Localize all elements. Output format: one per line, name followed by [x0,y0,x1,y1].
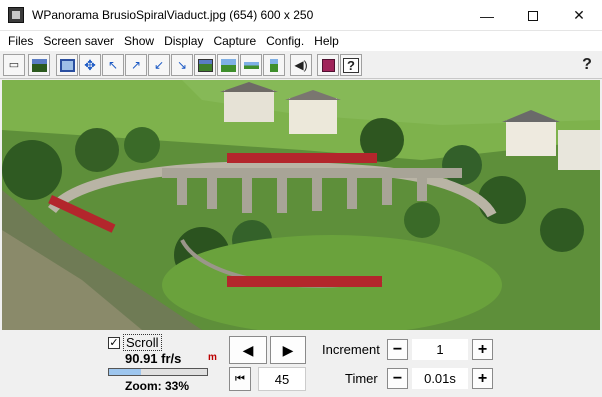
menu-config[interactable]: Config. [261,34,309,48]
arrow-upleft-button[interactable]: ↖ [102,54,124,76]
menu-show[interactable]: Show [119,34,159,48]
increment-decrease-button[interactable]: − [387,339,408,360]
title-bar: WPanorama BrusioSpiralViaduct.jpg (654) … [0,0,602,31]
vertical-view-button[interactable] [263,54,285,76]
menu-display[interactable]: Display [159,34,208,48]
fit-window-icon [59,58,75,72]
scroll-label[interactable]: Scroll [123,334,162,351]
app-icon [8,7,24,23]
open-file-button[interactable]: ▭ [3,54,25,76]
help-question-button[interactable]: ? [576,54,598,76]
arrow-right-icon: ▶ [282,341,294,358]
scroll-checkbox[interactable]: ✓ [108,337,120,349]
window-title: WPanorama BrusioSpiralViaduct.jpg (654) … [32,8,314,22]
arrow-upleft-icon: ↖ [107,58,119,72]
panorama-image [2,80,600,330]
increment-label: Increment [322,342,380,357]
menu-screen-saver[interactable]: Screen saver [38,34,119,48]
frame-number: 45 [258,367,306,391]
book-icon [321,58,335,72]
arrow-downleft-icon: ↙ [153,58,165,72]
arrow-downright-button[interactable]: ↘ [171,54,193,76]
menu-capture[interactable]: Capture [208,34,261,48]
fps-mode-icon[interactable]: m [208,352,217,363]
landscape-view-icon [220,58,236,72]
timer-value: 0.01s [412,368,468,389]
skip-to-start-icon: ⏮ [235,372,245,385]
fit-window-button[interactable] [56,54,78,76]
zoom-progress-fill [109,369,142,375]
arrow-upright-button[interactable]: ↗ [125,54,147,76]
arrow-left-icon: ◀ [242,341,254,358]
first-frame-button[interactable]: ⏮ [229,367,251,391]
panorama-view-icon [197,58,213,72]
menu-help[interactable]: Help [309,34,344,48]
show-image-button[interactable] [28,54,50,76]
help-topics-button[interactable]: ? [340,54,362,76]
fps-readout: 90.91 fr/s [125,351,182,366]
maximize-button[interactable] [510,0,556,31]
maximize-icon [528,10,538,21]
show-image-icon [31,58,47,72]
panorama-view-button[interactable] [194,54,216,76]
timer-decrease-button[interactable]: − [387,368,408,389]
toolbar: ▭ ✥ ↖ ↗ ↙ ↘ ◀) ? ? [0,52,602,79]
controls-panel: ✓ Scroll 90.91 fr/s m Zoom: 33% ◀ ▶ ⏮ 45… [0,331,602,397]
increment-increase-button[interactable]: + [472,339,493,360]
timer-label: Timer [345,371,378,386]
next-button[interactable]: ▶ [270,336,306,364]
book-button[interactable] [317,54,339,76]
sound-icon: ◀) [294,58,308,72]
move-all-directions-icon: ✥ [84,57,96,73]
arrow-upright-icon: ↗ [130,58,142,72]
close-icon: ✕ [573,7,585,23]
zoom-progress-bar[interactable] [108,368,208,376]
timer-increase-button[interactable]: + [472,368,493,389]
flat-view-button[interactable] [240,54,262,76]
arrow-downleft-button[interactable]: ↙ [148,54,170,76]
menu-bar: Files Screen saver Show Display Capture … [0,31,602,51]
minimize-button[interactable]: — [464,0,510,31]
landscape-view-button[interactable] [217,54,239,76]
previous-button[interactable]: ◀ [229,336,267,364]
panorama-viewport[interactable] [2,80,600,330]
arrow-downright-icon: ↘ [176,58,188,72]
move-all-button[interactable]: ✥ [79,54,101,76]
vertical-view-icon [270,58,278,72]
menu-files[interactable]: Files [3,34,38,48]
help-topics-icon: ? [343,57,359,73]
help-question-icon: ? [582,56,592,73]
flat-view-icon [243,61,259,69]
sound-button[interactable]: ◀) [290,54,312,76]
minimize-icon: — [480,7,494,24]
close-button[interactable]: ✕ [556,0,602,31]
open-file-icon: ▭ [8,58,20,71]
zoom-readout: Zoom: 33% [125,379,190,393]
increment-value: 1 [412,339,468,360]
